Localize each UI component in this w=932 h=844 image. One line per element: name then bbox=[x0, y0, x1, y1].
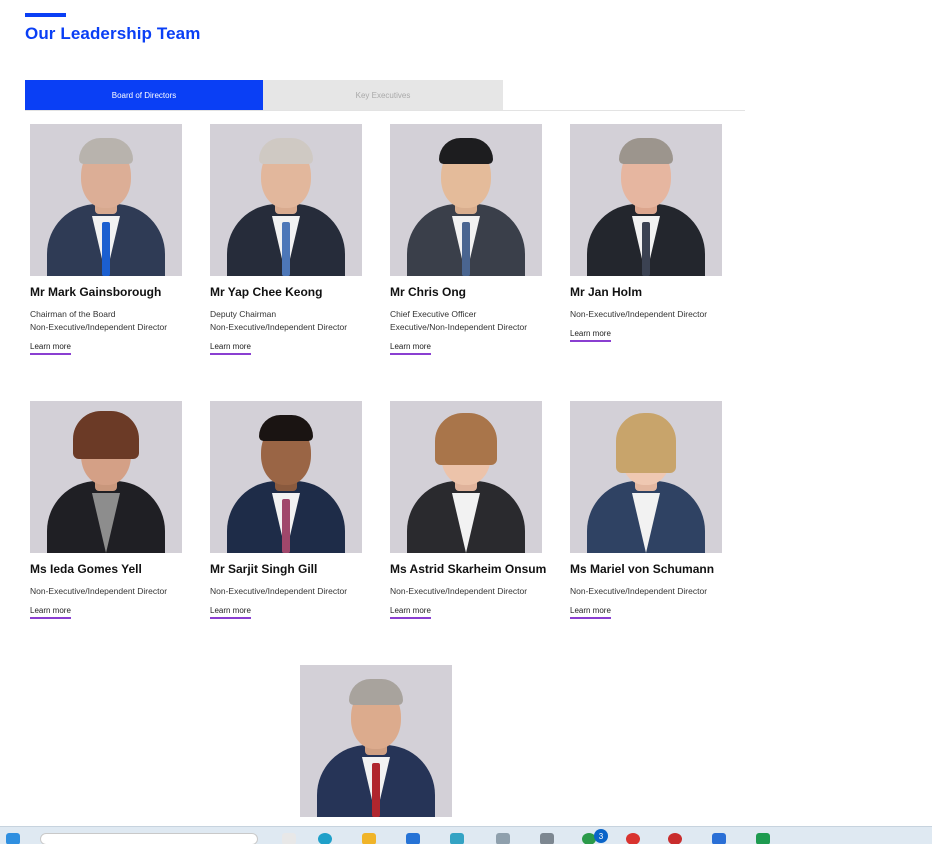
learn-more-link[interactable]: Learn more bbox=[570, 329, 611, 342]
director-name: Mr Yap Chee Keong bbox=[210, 285, 323, 299]
director-role: Non-Executive/Independent Director bbox=[570, 586, 708, 596]
app-icon[interactable] bbox=[712, 833, 726, 844]
tab-key-executives[interactable]: Key Executives bbox=[263, 80, 503, 110]
director-name: Ms Astrid Skarheim Onsum bbox=[390, 562, 547, 576]
director-card: Mr Jan Holm Non-Executive/Independent Di… bbox=[570, 124, 730, 342]
taskbar: 3 bbox=[0, 826, 932, 844]
director-card: Mr Yap Chee Keong Deputy Chairman Non-Ex… bbox=[210, 124, 370, 355]
director-card: Ms Mariel von Schumann Non-Executive/Ind… bbox=[570, 401, 730, 619]
director-role: Non-Executive/Independent Director bbox=[30, 586, 168, 596]
director-name: Ms Mariel von Schumann bbox=[570, 562, 715, 576]
director-photo[interactable] bbox=[30, 401, 182, 553]
director-name: Mr Sarjit Singh Gill bbox=[210, 562, 318, 576]
director-role: Non-Executive/Independent Director bbox=[30, 322, 168, 332]
director-card: Ms Astrid Skarheim Onsum Non-Executive/I… bbox=[390, 401, 550, 619]
leadership-tabs: Board of Directors Key Executives bbox=[25, 80, 745, 111]
director-role: Non-Executive/Independent Director bbox=[210, 586, 348, 596]
director-photo[interactable] bbox=[300, 665, 452, 817]
director-card: Ms Ieda Gomes Yell Non-Executive/Indepen… bbox=[30, 401, 190, 619]
tab-board-of-directors[interactable]: Board of Directors bbox=[25, 80, 263, 110]
director-name: Mr Chris Ong bbox=[390, 285, 467, 299]
learn-more-link[interactable]: Learn more bbox=[30, 606, 71, 619]
director-name: Mr Mark Gainsborough bbox=[30, 285, 162, 299]
director-card: Mr Sarjit Singh Gill Non-Executive/Indep… bbox=[210, 401, 370, 619]
director-photo[interactable] bbox=[30, 124, 182, 276]
director-role: Executive/Non-Independent Director bbox=[390, 322, 528, 332]
learn-more-link[interactable]: Learn more bbox=[30, 342, 71, 355]
learn-more-link[interactable]: Learn more bbox=[210, 606, 251, 619]
director-photo[interactable] bbox=[210, 401, 362, 553]
director-card bbox=[300, 665, 460, 817]
learn-more-link[interactable]: Learn more bbox=[570, 606, 611, 619]
director-role: Non-Executive/Independent Director bbox=[570, 309, 708, 319]
title-accent-bar bbox=[25, 13, 66, 17]
file-explorer-icon[interactable] bbox=[362, 833, 376, 844]
director-role: Deputy Chairman bbox=[210, 309, 277, 319]
director-photo[interactable] bbox=[210, 124, 362, 276]
notification-badge: 3 bbox=[594, 829, 608, 843]
taskbar-search-input[interactable] bbox=[40, 833, 258, 844]
learn-more-link[interactable]: Learn more bbox=[390, 342, 431, 355]
excel-icon[interactable] bbox=[756, 833, 770, 844]
director-role: Non-Executive/Independent Director bbox=[390, 586, 528, 596]
outlook-icon[interactable] bbox=[406, 833, 420, 844]
director-role: Chief Executive Officer bbox=[390, 309, 477, 319]
director-photo[interactable] bbox=[390, 401, 542, 553]
director-role: Chairman of the Board bbox=[30, 309, 116, 319]
app-icon[interactable] bbox=[450, 833, 464, 844]
learn-more-link[interactable]: Learn more bbox=[390, 606, 431, 619]
edge-browser-icon[interactable] bbox=[318, 833, 332, 844]
director-card: Mr Chris Ong Chief Executive Officer Exe… bbox=[390, 124, 550, 355]
app-icon[interactable] bbox=[668, 833, 682, 844]
app-icon[interactable] bbox=[626, 833, 640, 844]
director-photo[interactable] bbox=[570, 401, 722, 553]
director-card: Mr Mark Gainsborough Chairman of the Boa… bbox=[30, 124, 190, 355]
task-view-icon[interactable] bbox=[282, 833, 296, 844]
director-name: Mr Jan Holm bbox=[570, 285, 643, 299]
learn-more-link[interactable]: Learn more bbox=[210, 342, 251, 355]
director-photo[interactable] bbox=[570, 124, 722, 276]
page-title: Our Leadership Team bbox=[25, 24, 201, 43]
windows-start-icon[interactable] bbox=[6, 833, 20, 844]
cloud-icon[interactable] bbox=[496, 833, 510, 844]
director-role: Non-Executive/Independent Director bbox=[210, 322, 348, 332]
director-name: Ms Ieda Gomes Yell bbox=[30, 562, 142, 576]
app-icon[interactable] bbox=[540, 833, 554, 844]
director-photo[interactable] bbox=[390, 124, 542, 276]
